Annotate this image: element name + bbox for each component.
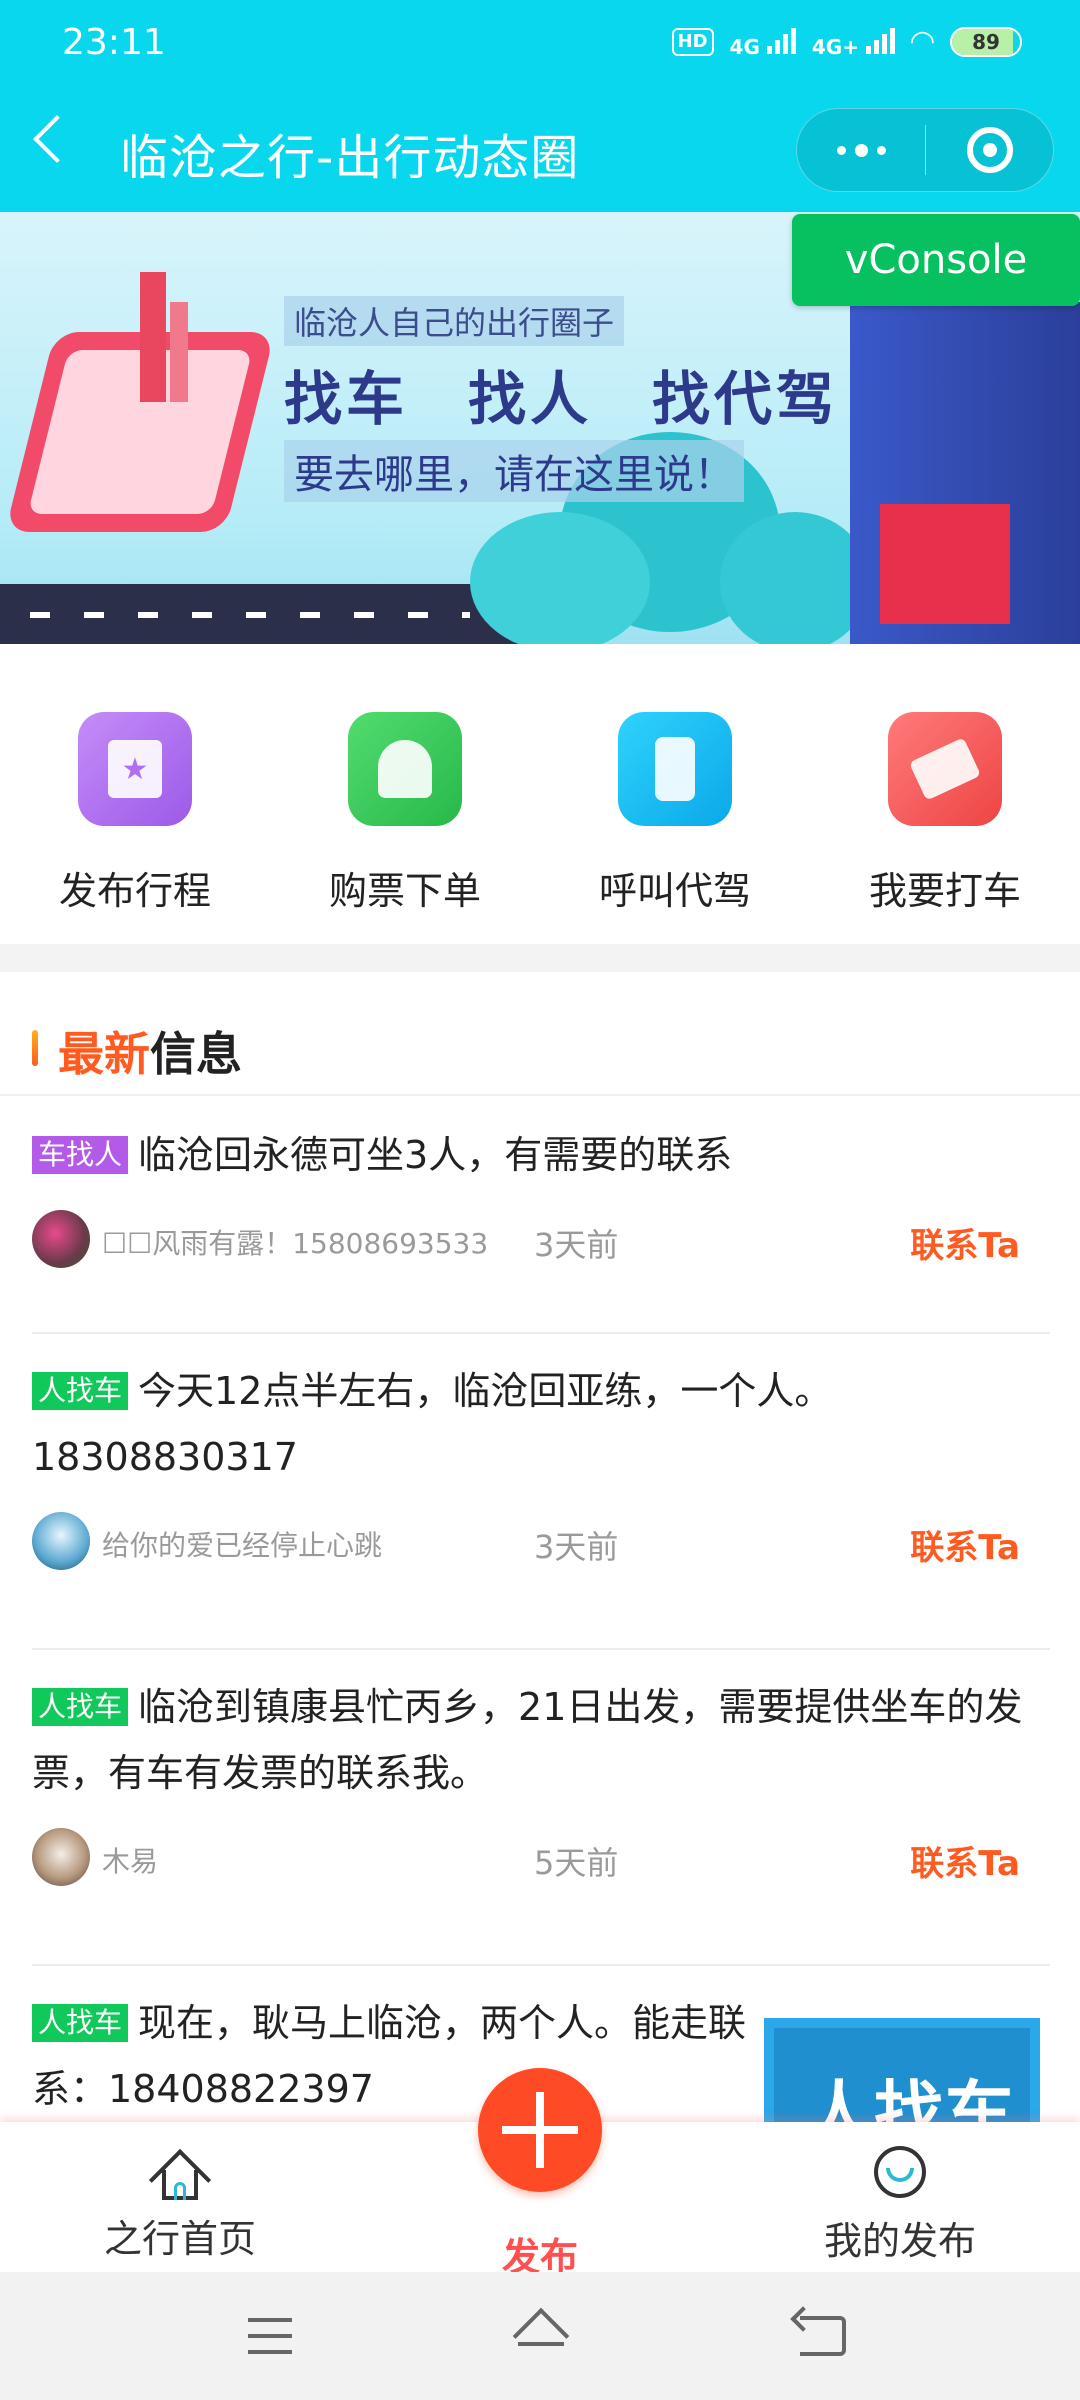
post-content: 今天12点半左右，临沧回亚练，一个人。18308830317: [32, 1369, 833, 1479]
list-item[interactable]: 人找车 临沧到镇康县忙丙乡，21日出发，需要提供坐车的发票，有车有发票的联系我。 …: [32, 1650, 1050, 1966]
post-time: 3天前: [534, 1528, 619, 1566]
star-card-icon: ★: [78, 712, 192, 826]
post-meta: ☐☐风雨有露！15808693533 3天前 联系Ta: [32, 1210, 1050, 1270]
section-title: 最新信息: [58, 1018, 242, 1084]
post-tag: 人找车: [32, 1688, 129, 1726]
quick-action-hail-taxi[interactable]: 我要打车: [810, 644, 1080, 944]
cloud-illustration: [720, 512, 870, 644]
quick-action-label: 呼叫代驾: [598, 869, 751, 913]
avatar[interactable]: [32, 1512, 90, 1570]
quick-action-label: 我要打车: [868, 869, 1021, 913]
close-miniprogram-button[interactable]: [926, 127, 1053, 173]
post-thumbnail[interactable]: 人找车: [764, 2018, 1040, 2128]
home-nav-icon[interactable]: [512, 2307, 570, 2365]
post-text: 人找车 临沧到镇康县忙丙乡，21日出发，需要提供坐车的发票，有车有发票的联系我。: [32, 1674, 1050, 1806]
wifi-icon: ◠: [910, 24, 934, 59]
tab-home[interactable]: 之行首页: [0, 2122, 360, 2272]
page-title: 临沧之行-出行动态圈: [120, 130, 580, 186]
post-tag: 人找车: [32, 2004, 129, 2042]
section-accent-bar: [32, 1030, 38, 1066]
target-close-icon: [966, 127, 1013, 173]
banner-keyword: 找代驾: [652, 365, 839, 433]
post-tag: 车找人: [32, 1136, 129, 1174]
contact-button[interactable]: 联系Ta: [910, 1520, 1020, 1569]
latest-info-header: 最新信息: [0, 972, 1080, 1096]
network-4g-plus-icon: 4G+: [812, 24, 895, 59]
list-item[interactable]: 人找车 今天12点半左右，临沧回亚练，一个人。18308830317 给你的爱已经…: [32, 1334, 1050, 1650]
post-text: 人找车 现在，耿马上临沧，两个人。能走联系：18408822397: [32, 1990, 752, 2122]
post-meta: 给你的爱已经停止心跳 3天前 联系Ta: [32, 1512, 1050, 1572]
tab-my-posts[interactable]: 我的发布: [720, 2122, 1080, 2272]
tower-illustration: [170, 302, 188, 402]
more-dots-icon[interactable]: [797, 109, 925, 191]
building-illustration: [880, 504, 1010, 624]
list-item[interactable]: 人找车 现在，耿马上临沧，两个人。能走联系：18408822397: [32, 1966, 752, 2122]
plus-icon-stroke: [536, 2092, 544, 2168]
post-text: 车找人 临沧回永德可坐3人，有需要的联系: [32, 1122, 1050, 1188]
contact-button[interactable]: 联系Ta: [910, 1218, 1020, 1267]
post-time: 5天前: [534, 1844, 619, 1882]
section-divider: [0, 944, 1080, 972]
quick-action-buy-ticket[interactable]: 购票下单: [270, 644, 540, 944]
user-name: 给你的爱已经停止心跳: [102, 1529, 383, 1562]
home-icon: [148, 2148, 212, 2212]
avatar[interactable]: [32, 1828, 90, 1886]
banner-main: 找车 找人 找代驾: [284, 352, 838, 436]
quick-actions: ★ 发布行程 购票下单 呼叫代驾 我要打车: [0, 644, 1080, 944]
banner-keyword: 找车: [284, 365, 409, 433]
post-time: 3天前: [534, 1226, 619, 1264]
post-content: 临沧回永德可坐3人，有需要的联系: [138, 1133, 733, 1177]
vconsole-button[interactable]: vConsole: [792, 214, 1080, 306]
user-name: ☐☐风雨有露！15808693533: [102, 1227, 489, 1260]
back-nav-icon[interactable]: [800, 2316, 846, 2356]
banner-tagline: 要去哪里，请在这里说！: [284, 440, 744, 502]
cloud-illustration: [470, 512, 650, 644]
post-tag: 人找车: [32, 1372, 129, 1410]
section-title-highlight: 最新: [58, 1027, 150, 1081]
post-content: 临沧到镇康县忙丙乡，21日出发，需要提供坐车的发票，有车有发票的联系我。: [32, 1685, 1023, 1795]
avatar[interactable]: [32, 1210, 90, 1268]
network-4g-icon: 4G: [730, 24, 796, 59]
quick-action-publish-trip[interactable]: ★ 发布行程: [0, 644, 270, 944]
ticket-icon: [888, 712, 1002, 826]
battery-level: 89: [972, 29, 1000, 54]
user-ticket-icon: [348, 712, 462, 826]
banner-keyword: 找人: [468, 365, 593, 433]
quick-action-label: 购票下单: [328, 869, 481, 913]
network-label: 4G: [729, 35, 760, 59]
chevron-left-icon[interactable]: [32, 114, 82, 164]
hd-icon: HD: [671, 27, 714, 56]
phone-car-icon: [618, 712, 732, 826]
status-icons: HD 4G 4G+ ◠ 89: [671, 24, 1022, 59]
banner-subtitle: 临沧人自己的出行圈子: [284, 296, 625, 346]
menu-icon[interactable]: [248, 2318, 292, 2354]
network-label: 4G+: [811, 35, 859, 59]
status-time: 23:11: [62, 22, 166, 63]
user-name: 木易: [102, 1845, 159, 1878]
contact-button[interactable]: 联系Ta: [910, 1836, 1020, 1885]
post-text: 人找车 今天12点半左右，临沧回亚练，一个人。18308830317: [32, 1358, 1050, 1490]
quick-action-label: 发布行程: [58, 869, 211, 913]
quick-action-call-driver[interactable]: 呼叫代驾: [540, 644, 810, 944]
thumbnail-text: 人找车: [774, 2028, 1030, 2128]
post-content: 现在，耿马上临沧，两个人。能走联系：18408822397: [32, 2001, 747, 2111]
road-dash: [30, 612, 470, 618]
tab-label: 我的发布: [823, 2219, 976, 2263]
miniprogram-capsule: [796, 108, 1054, 192]
tab-label: 之行首页: [103, 2217, 256, 2261]
user-icon: [872, 2146, 928, 2202]
battery-icon: 89: [950, 26, 1022, 57]
list-item[interactable]: 车找人 临沧回永德可坐3人，有需要的联系 ☐☐风雨有露！15808693533 3…: [32, 1098, 1050, 1334]
post-meta: 木易 5天前 联系Ta: [32, 1828, 1050, 1888]
banner-text: 临沧人自己的出行圈子 找车 找人 找代驾 要去哪里，请在这里说！: [284, 296, 838, 502]
publish-plus-button[interactable]: [478, 2068, 602, 2192]
system-nav-bar: [0, 2272, 1080, 2400]
section-title-rest: 信息: [150, 1027, 242, 1081]
tower-illustration: [140, 272, 166, 402]
top-bar: 23:11 HD 4G 4G+ ◠ 89 临沧之行-出行动态圈: [0, 0, 1080, 212]
